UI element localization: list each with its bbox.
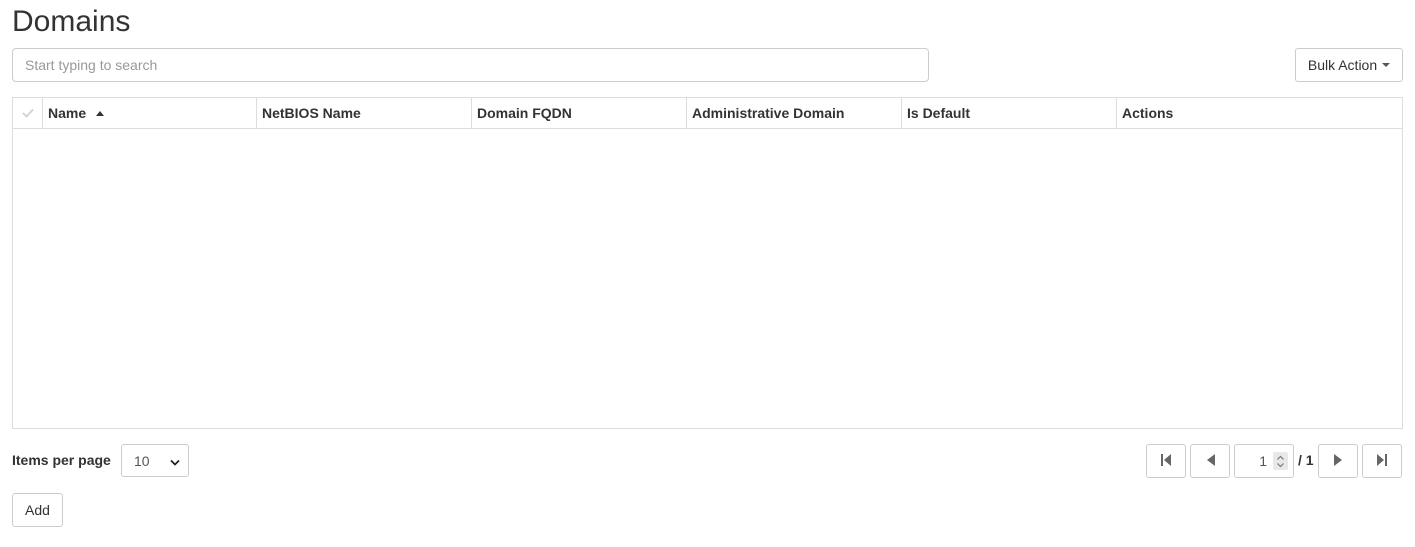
items-per-page-label: Items per page <box>12 452 111 468</box>
column-header-domain-fqdn[interactable]: Domain FQDN <box>472 98 687 128</box>
items-per-page-value: 10 <box>134 452 150 469</box>
column-header-label: Administrative Domain <box>692 105 845 121</box>
check-icon <box>21 108 34 118</box>
bulk-action-button[interactable]: Bulk Action <box>1295 48 1403 82</box>
column-header-label: NetBIOS Name <box>262 105 361 121</box>
column-header-label: Domain FQDN <box>477 105 572 121</box>
first-page-button[interactable] <box>1146 444 1186 478</box>
next-page-icon <box>1333 453 1343 469</box>
sort-ascending-icon <box>96 110 105 116</box>
column-header-is-default[interactable]: Is Default <box>902 98 1117 128</box>
page-title: Domains <box>12 5 131 38</box>
spinner-arrows-icon[interactable] <box>1273 452 1288 470</box>
caret-down-icon <box>1382 63 1391 67</box>
previous-page-button[interactable] <box>1190 444 1230 478</box>
domains-table: Name NetBIOS Name Domain FQDN Administra… <box>12 97 1403 429</box>
previous-page-icon <box>1206 453 1215 469</box>
column-header-actions: Actions <box>1117 98 1402 128</box>
last-page-icon <box>1377 453 1387 469</box>
current-page-value: 1 <box>1259 453 1267 469</box>
add-button-label: Add <box>25 502 50 518</box>
total-pages: / 1 <box>1298 452 1314 468</box>
table-header: Name NetBIOS Name Domain FQDN Administra… <box>13 98 1402 129</box>
next-page-button[interactable] <box>1318 444 1358 478</box>
column-header-label: Name <box>48 105 87 121</box>
add-button[interactable]: Add <box>12 493 63 527</box>
items-per-page-select[interactable]: 10 <box>121 444 189 477</box>
column-header-netbios-name[interactable]: NetBIOS Name <box>257 98 472 128</box>
column-header-label: Actions <box>1122 105 1174 121</box>
select-all-checkbox[interactable] <box>13 98 43 128</box>
current-page-input[interactable]: 1 <box>1234 444 1294 478</box>
table-body <box>13 129 1402 428</box>
chevron-down-icon <box>170 453 180 469</box>
search-input[interactable] <box>12 48 929 82</box>
column-header-administrative-domain[interactable]: Administrative Domain <box>687 98 902 128</box>
column-header-label: Is Default <box>907 105 971 121</box>
first-page-icon <box>1161 453 1171 469</box>
bulk-action-label: Bulk Action <box>1307 57 1378 73</box>
last-page-button[interactable] <box>1362 444 1402 478</box>
column-header-name[interactable]: Name <box>43 98 257 128</box>
